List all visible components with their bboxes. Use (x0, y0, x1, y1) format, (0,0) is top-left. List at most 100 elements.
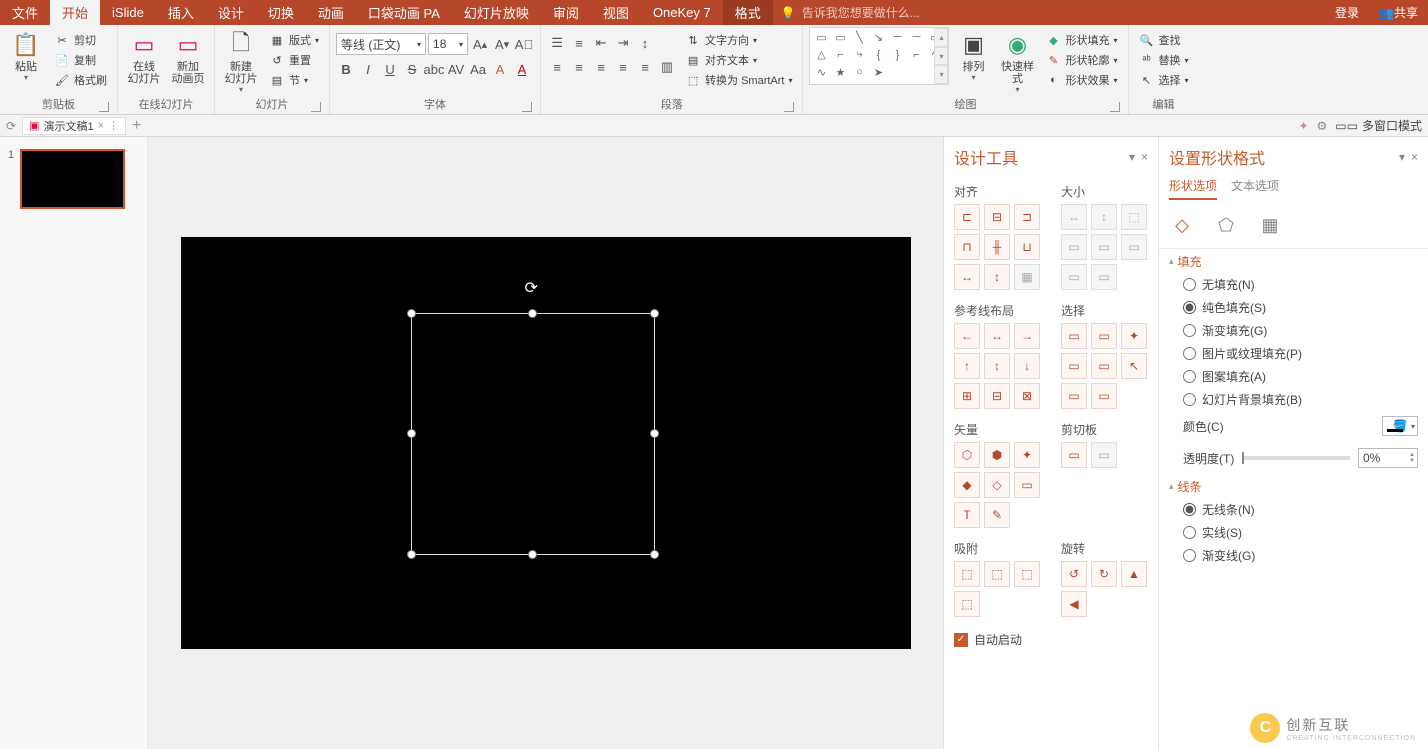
vector-text-icon[interactable]: T (954, 502, 980, 528)
copy-button[interactable]: 📄复制 (50, 51, 111, 69)
guide-icon[interactable]: ⊠ (1014, 383, 1040, 409)
tab-format[interactable]: 格式 (723, 0, 773, 25)
guide-icon[interactable]: ↓ (1014, 353, 1040, 379)
tab-file[interactable]: 文件 (0, 0, 50, 25)
multi-window-button[interactable]: ▭▭多窗口模式 (1335, 117, 1422, 134)
vector-icon[interactable]: ▭ (1014, 472, 1040, 498)
select-icon[interactable]: ▭ (1091, 383, 1117, 409)
paste-button[interactable]: 📋 粘贴 ▾ (6, 27, 46, 82)
tab-onekey[interactable]: OneKey 7 (641, 0, 723, 25)
select-icon[interactable]: ▭ (1091, 353, 1117, 379)
size-icon[interactable]: ▭ (1061, 264, 1087, 290)
shape-fill-button[interactable]: ◆形状填充▾ (1041, 31, 1121, 49)
resize-handle[interactable] (650, 309, 659, 318)
text-options-tab[interactable]: 文本选项 (1231, 177, 1279, 200)
shape-connector-icon[interactable]: ⌐ (907, 48, 925, 62)
guide-icon[interactable]: ⊟ (984, 383, 1010, 409)
strike-button[interactable]: S (402, 59, 422, 79)
new-slide-button[interactable]: 🗋 新建 幻灯片 ▾ (221, 27, 261, 94)
size-props-mode-icon[interactable]: ▦ (1257, 212, 1283, 238)
vector-edit-icon[interactable]: ✎ (984, 502, 1010, 528)
vector-subtract-icon[interactable]: ◇ (984, 472, 1010, 498)
tab-slideshow[interactable]: 幻灯片放映 (452, 0, 541, 25)
size-icon[interactable]: ▭ (1091, 234, 1117, 260)
rotate-left-icon[interactable]: ↺ (1061, 561, 1087, 587)
shape-circle-icon[interactable]: ○ (850, 65, 868, 79)
distribute-grid-icon[interactable]: ▦ (1014, 264, 1040, 290)
rotate-right-icon[interactable]: ↻ (1091, 561, 1117, 587)
align-text-button[interactable]: ▤对齐文本▾ (681, 51, 796, 69)
align-center-h-icon[interactable]: ⊟ (984, 204, 1010, 230)
select-icon[interactable]: ▭ (1061, 383, 1087, 409)
auto-start-checkbox[interactable]: ✓ 自动启动 (944, 623, 1158, 656)
underline-button[interactable]: U (380, 59, 400, 79)
select-cursor-icon[interactable]: ↖ (1121, 353, 1147, 379)
snap-icon[interactable]: ⬚ (954, 591, 980, 617)
shape-rect-icon[interactable]: ▭ (831, 30, 849, 44)
snap-icon[interactable]: ⬚ (984, 561, 1010, 587)
section-button[interactable]: ▤节▾ (265, 71, 323, 89)
align-center-button[interactable]: ≡ (569, 57, 589, 77)
tab-transition[interactable]: 切换 (256, 0, 306, 25)
tab-home[interactable]: 开始 (50, 0, 100, 25)
menu-icon[interactable]: ⋮ (108, 119, 119, 132)
arrange-button[interactable]: ▣ 排列 ▾ (953, 27, 993, 82)
shape-arrow-icon[interactable]: ↘ (869, 30, 887, 44)
distribute-button[interactable]: ≡ (635, 57, 655, 77)
resize-handle[interactable] (528, 550, 537, 559)
solid-line-radio[interactable]: 实线(S) (1183, 524, 1418, 541)
select-icon[interactable]: ▭ (1061, 323, 1087, 349)
indent-increase-button[interactable]: ⇥ (613, 33, 633, 53)
pattern-fill-radio[interactable]: 图案填充(A) (1183, 368, 1418, 385)
shape-connector-icon[interactable]: ⌐ (831, 48, 849, 62)
format-painter-button[interactable]: 🖌格式刷 (50, 71, 111, 89)
decrease-font-button[interactable]: A▾ (492, 34, 512, 54)
align-left-button[interactable]: ≡ (547, 57, 567, 77)
shape-rect-icon[interactable]: ▭ (812, 30, 830, 44)
gear-icon[interactable]: ⚙ (1317, 119, 1328, 133)
size-icon[interactable]: ▭ (1061, 234, 1087, 260)
distribute-v-icon[interactable]: ↕ (984, 264, 1010, 290)
columns-button[interactable]: ▥ (657, 57, 677, 77)
shape-outline-button[interactable]: ✎形状轮廓▾ (1041, 51, 1121, 69)
clipboard-icon[interactable]: ▭ (1061, 442, 1087, 468)
text-direction-button[interactable]: ⇅文字方向▾ (681, 31, 796, 49)
shapes-gallery[interactable]: ▭▭╲↘── ▭△⌐⤷{} ⌐∿∿★○➤ ▴▾▾ (809, 27, 949, 85)
align-left-icon[interactable]: ⊏ (954, 204, 980, 230)
align-right-icon[interactable]: ⊐ (1014, 204, 1040, 230)
align-bottom-icon[interactable]: ⊔ (1014, 234, 1040, 260)
flip-v-icon[interactable]: ◀ (1061, 591, 1087, 617)
close-panel-icon[interactable]: × (1141, 150, 1148, 164)
italic-button[interactable]: I (358, 59, 378, 79)
slide-bg-fill-radio[interactable]: 幻灯片背景填充(B) (1183, 391, 1418, 408)
tab-islide[interactable]: iSlide (100, 0, 156, 25)
snap-icon[interactable]: ⬚ (954, 561, 980, 587)
shape-tri-icon[interactable]: △ (812, 48, 830, 62)
slide-canvas-area[interactable]: ⟳ (148, 137, 943, 749)
font-size-select[interactable]: 18▾ (428, 33, 468, 55)
shape-brace-icon[interactable]: { (869, 48, 887, 62)
tab-review[interactable]: 审阅 (541, 0, 591, 25)
transparency-input[interactable]: 0%▲▼ (1358, 448, 1418, 468)
dialog-launcher-icon[interactable] (1110, 102, 1120, 112)
increase-font-button[interactable]: A▴ (470, 34, 490, 54)
slide-canvas[interactable]: ⟳ (181, 237, 911, 649)
find-button[interactable]: 🔍查找 (1135, 31, 1193, 49)
spin-down-icon[interactable]: ▼ (1409, 458, 1415, 464)
fill-color-picker[interactable]: 🪣▾ (1382, 416, 1418, 436)
rotate-handle-icon[interactable]: ⟳ (525, 278, 538, 298)
shape-line-icon[interactable]: ╲ (850, 30, 868, 44)
panel-menu-icon[interactable]: ▾ (1399, 150, 1405, 164)
tab-design[interactable]: 设计 (206, 0, 256, 25)
login-button[interactable]: 登录 (1325, 0, 1369, 25)
scroll-up-icon[interactable]: ▴ (934, 28, 948, 47)
clipboard-icon[interactable]: ▭ (1091, 442, 1117, 468)
vector-combine-icon[interactable]: ⬢ (984, 442, 1010, 468)
shape-arrow-icon[interactable]: ➤ (869, 65, 887, 79)
layout-button[interactable]: ▦版式▾ (265, 31, 323, 49)
tab-view[interactable]: 视图 (591, 0, 641, 25)
shape-star-icon[interactable]: ★ (831, 65, 849, 79)
document-tab[interactable]: ▣ 演示文稿1 × ⋮ (22, 117, 126, 135)
vector-intersect-icon[interactable]: ◆ (954, 472, 980, 498)
equal-width-icon[interactable]: ↔ (1061, 204, 1087, 230)
